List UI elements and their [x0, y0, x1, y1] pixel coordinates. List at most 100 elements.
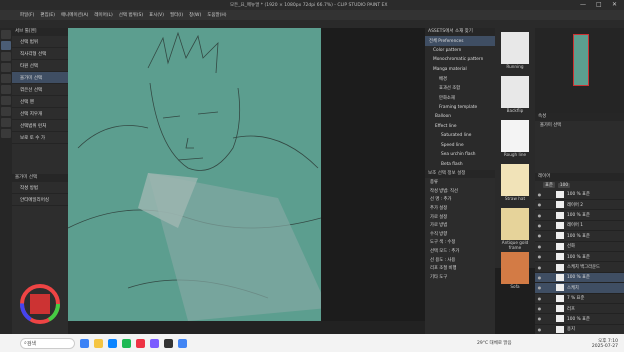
eye-icon[interactable]: ● [535, 306, 544, 311]
drawing-canvas[interactable] [68, 28, 321, 321]
color-wheel-icon[interactable] [20, 284, 60, 324]
minimize-button[interactable]: — [580, 1, 586, 8]
layer-row[interactable]: ● 100 % 표준 [535, 314, 624, 325]
weather-widget[interactable]: 29°C 대체로 맑음 [477, 340, 512, 346]
gradient-tool-icon[interactable] [1, 107, 11, 116]
material-tree-item[interactable]: Color pattern [425, 46, 495, 56]
eye-icon[interactable]: ● [535, 192, 544, 197]
layer-row[interactable]: ● 7 % 표준 [535, 294, 624, 304]
maximize-button[interactable]: □ [596, 1, 602, 8]
eye-icon[interactable]: ● [535, 316, 544, 321]
taskbar-search[interactable]: ⌕ 검색 [20, 337, 75, 349]
material-tree-item[interactable]: Monochromatic pattern [425, 55, 495, 65]
menu-selection[interactable]: 선택 범위(S) [119, 12, 143, 18]
subtool-item[interactable]: 선택 지우개 [12, 108, 68, 120]
menu-edit[interactable]: 편집(E) [40, 12, 55, 18]
layer-row[interactable]: ● 레이어 1 [535, 221, 624, 232]
move-tool-icon[interactable] [1, 30, 11, 39]
clip-studio-icon[interactable] [164, 338, 173, 348]
eye-icon[interactable]: ● [535, 275, 544, 280]
subtool-item-selected[interactable]: 올가미 선택 [12, 72, 68, 84]
eye-icon[interactable]: ● [535, 296, 544, 301]
menu-animation[interactable]: 애니메이션(A) [61, 12, 88, 18]
layer-row-selected[interactable]: ● 100 % 표준 [535, 272, 624, 284]
tool-property-row[interactable]: 작성 방법 [12, 182, 68, 194]
chrome-icon[interactable] [178, 338, 187, 348]
tool-detail-row[interactable]: 리포 조절 비행 [425, 264, 495, 273]
explorer-icon[interactable] [94, 338, 103, 348]
material-thumb-rough-line[interactable] [501, 120, 529, 152]
material-tree-item[interactable]: Saturated line [425, 131, 495, 141]
eye-icon[interactable]: ● [535, 265, 544, 270]
menu-view[interactable]: 표시(V) [149, 12, 164, 18]
select-tool-icon[interactable] [1, 41, 11, 50]
menu-filter[interactable]: 필터(I) [170, 12, 183, 18]
subtool-item[interactable]: 직사각형 선택 [12, 48, 68, 60]
material-tree-item[interactable]: 만화소재 [425, 93, 495, 103]
app-icon[interactable] [150, 338, 159, 348]
menu-file[interactable]: 파일(F) [20, 12, 34, 18]
menu-layer[interactable]: 레이어(L) [94, 12, 112, 18]
subtool-item[interactable]: 꺾은선 선택 [12, 84, 68, 96]
subtool-item[interactable]: 타원 선택 [12, 60, 68, 72]
layer-row[interactable]: ● 스케치 백그라운드 [535, 262, 624, 273]
tool-detail-row[interactable]: 작성 방법: 직선 [425, 187, 495, 196]
blend-mode-select[interactable]: 표준 [543, 182, 555, 189]
tool-detail-row[interactable]: 기타 도구 [425, 273, 495, 282]
layer-row[interactable]: ● 러프 [535, 304, 624, 315]
brush-tool-icon[interactable] [1, 74, 11, 83]
eye-icon[interactable]: ● [535, 285, 544, 290]
eye-icon[interactable]: ● [535, 223, 544, 228]
layer-row-selected[interactable]: ● 스케치 [535, 283, 624, 294]
tool-detail-row[interactable]: 추가 설정 [425, 204, 495, 213]
material-thumb-frame[interactable] [501, 208, 529, 240]
material-thumb-sofa[interactable] [501, 252, 529, 284]
opacity-field[interactable]: 100 [557, 182, 571, 188]
layer-row[interactable]: ● 100 % 표준 [535, 252, 624, 263]
eraser-tool-icon[interactable] [1, 85, 11, 94]
clock[interactable]: 오후 7:10 2025-07-27 [592, 338, 618, 349]
layer-row[interactable]: ● 100 % 표준 [535, 210, 624, 221]
eye-icon[interactable]: ● [535, 254, 544, 259]
material-thumb-running[interactable] [501, 32, 529, 64]
material-tree-item[interactable]: Framing template [425, 103, 495, 113]
app-icon[interactable] [136, 338, 145, 348]
material-tree-item[interactable]: Manga material [425, 65, 495, 75]
material-tree-item[interactable]: 전체 Preferences [425, 36, 495, 46]
tool-detail-row[interactable]: 선 명 : 추가 [425, 195, 495, 204]
tool-detail-row[interactable]: 가로 설정 [425, 212, 495, 221]
eye-icon[interactable]: ● [535, 233, 544, 238]
navigator-preview[interactable] [573, 34, 589, 86]
eye-icon[interactable]: ● [535, 213, 544, 218]
tool-detail-row[interactable]: 가로 방법 [425, 221, 495, 230]
tool-property-row[interactable]: 안티에일리어싱 [12, 194, 68, 206]
material-tree-item[interactable]: Speed line [425, 141, 495, 151]
app-icon[interactable] [122, 338, 131, 348]
menu-help[interactable]: 도움말(H) [207, 12, 226, 18]
tool-detail-row[interactable]: 종류 [425, 178, 495, 187]
material-thumb-straw-hat[interactable] [501, 164, 529, 196]
ruler-tool-icon[interactable] [1, 129, 11, 138]
text-tool-icon[interactable] [1, 118, 11, 127]
layer-row[interactable]: ● 100 % 표준 [535, 190, 624, 200]
layer-row[interactable]: ● 레이어 2 [535, 200, 624, 211]
tool-detail-row[interactable]: 선 용도 : 사용 [425, 255, 495, 264]
eye-icon[interactable]: ● [535, 327, 544, 332]
close-button[interactable]: ✕ [612, 1, 617, 8]
subtool-item[interactable]: 선택 펜 [12, 96, 68, 108]
tool-detail-row[interactable]: 수직 방향 [425, 230, 495, 239]
eyedropper-tool-icon[interactable] [1, 52, 11, 61]
subtool-item[interactable]: 선택 범위 [12, 36, 68, 48]
layer-row[interactable]: ● 100 % 표준 [535, 231, 624, 242]
material-tree-item[interactable]: Balloon [425, 112, 495, 122]
material-tree-item[interactable]: Sea urchin flash [425, 150, 495, 160]
material-tree-item[interactable]: 배경 [425, 74, 495, 84]
material-tree-item[interactable]: 효과선 조합 [425, 84, 495, 94]
material-thumb-backflip[interactable] [501, 76, 529, 108]
layer-row[interactable]: ● 선화 [535, 242, 624, 252]
subtool-item[interactable]: 선택범위 런처 [12, 120, 68, 132]
material-tree-item[interactable]: Beta flash [425, 160, 495, 170]
tool-detail-row[interactable]: 선택 모드 : 추가 [425, 247, 495, 256]
eye-icon[interactable]: ● [535, 202, 544, 207]
menu-window[interactable]: 창(W) [189, 12, 201, 18]
